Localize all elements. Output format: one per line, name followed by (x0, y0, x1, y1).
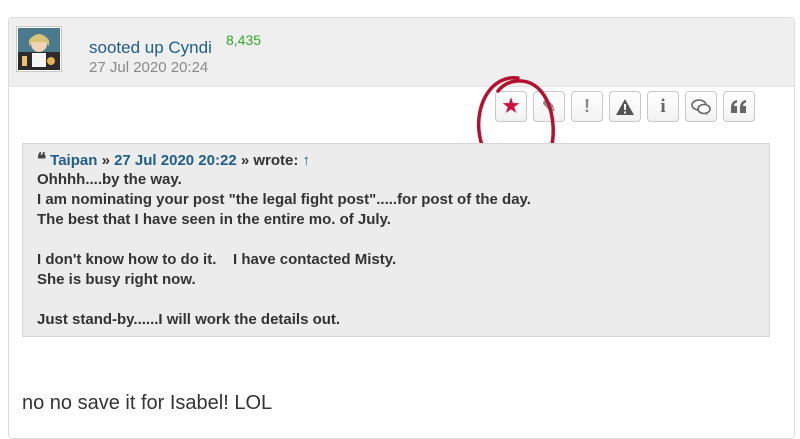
quote-line (37, 290, 755, 310)
quote-separator: » (240, 152, 250, 169)
quote-button[interactable] (723, 91, 755, 122)
quote-line: Just stand-by......I will work the detai… (37, 311, 341, 328)
star-icon: ★ (502, 96, 520, 117)
quote-header: ❝ Taipan » 27 Jul 2020 20:22 » wrote: ↑ (37, 150, 755, 170)
author-link[interactable]: sooted up Cyndi (89, 38, 212, 58)
forum-post: sooted up Cyndi 8,435 27 Jul 2020 20:24 … (8, 17, 795, 439)
warning-icon (616, 98, 634, 115)
quote-line: I am nominating your post "the legal fig… (37, 191, 531, 208)
jump-to-source-arrow[interactable]: ↑ (303, 152, 311, 169)
quote-author-link[interactable]: Taipan (50, 152, 97, 169)
quote-line: I don't know how to do it. I have contac… (37, 251, 397, 268)
report-button[interactable]: ! (571, 91, 603, 122)
post-header: sooted up Cyndi 8,435 27 Jul 2020 20:24 (9, 18, 794, 87)
quote-block: ❝ Taipan » 27 Jul 2020 20:22 » wrote: ↑ O… (22, 143, 770, 337)
quote-date-link[interactable]: 27 Jul 2020 20:22 (114, 152, 237, 169)
quote-mark-icon: ❝ (37, 150, 47, 169)
quote-line: The best that I have seen in the entire … (37, 211, 391, 228)
star-button[interactable]: ★ (495, 91, 527, 122)
post-count: 8,435 (226, 32, 262, 48)
pencil-icon: ✎ (541, 96, 557, 116)
quote-line (37, 230, 755, 250)
quote-wrote-label: wrote: (253, 152, 299, 169)
post-body-text: no no save it for Isabel! LOL (22, 392, 273, 414)
pm-button[interactable] (685, 91, 717, 122)
quote-separator: » (101, 152, 110, 169)
quote-line: Ohhhh....by the way. (37, 171, 182, 188)
post-date: 27 Jul 2020 20:24 (89, 59, 209, 76)
quote-icon (731, 99, 746, 113)
info-button[interactable]: i (647, 91, 679, 122)
edit-button[interactable]: ✎ (533, 91, 565, 122)
warn-button[interactable] (609, 91, 641, 122)
avatar[interactable] (16, 26, 62, 72)
chat-bubbles-icon (691, 98, 711, 115)
quote-line: She is busy right now. (37, 271, 196, 288)
info-icon: i (660, 95, 666, 117)
exclamation-icon: ! (584, 96, 590, 116)
